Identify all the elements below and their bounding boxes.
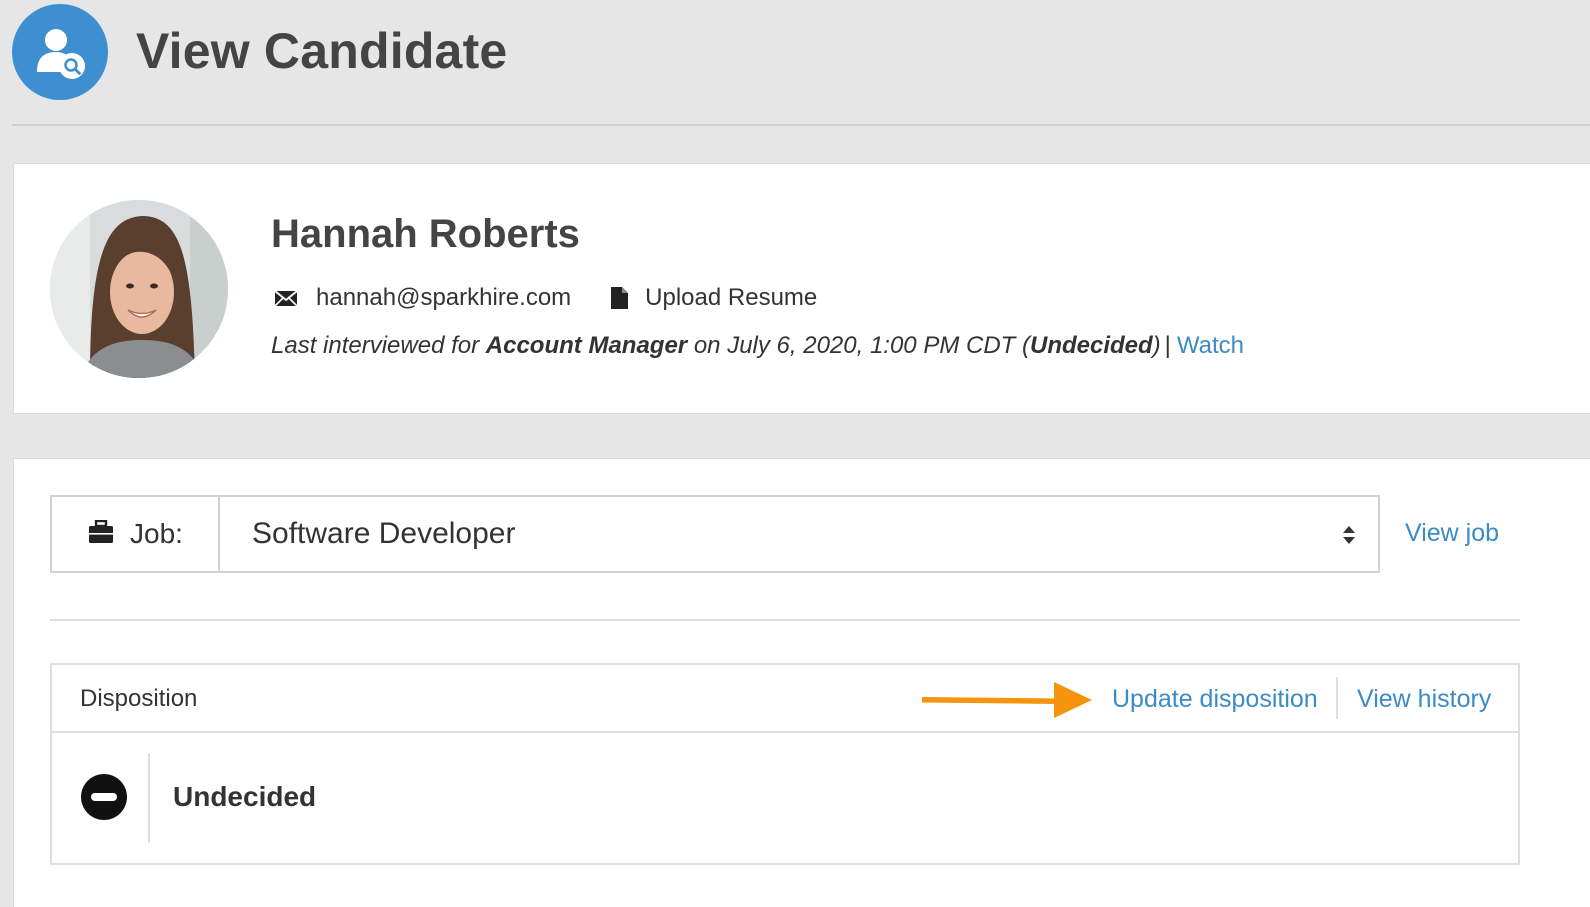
disposition-panel: Disposition Update disposition View hist… xyxy=(50,663,1520,865)
candidate-profile-card: Hannah Roberts hannah@sparkhire.com Uplo… xyxy=(13,163,1590,414)
interview-separator: | xyxy=(1164,332,1171,359)
briefcase-icon xyxy=(88,519,114,549)
disposition-status: Undecided xyxy=(173,781,317,812)
upload-resume-link[interactable]: Upload Resume xyxy=(645,284,817,312)
view-history-link[interactable]: View history xyxy=(1357,685,1491,714)
candidate-email[interactable]: hannah@sparkhire.com xyxy=(316,284,571,312)
candidate-name: Hannah Roberts xyxy=(271,212,580,256)
interview-status: Undecided xyxy=(1029,332,1153,359)
job-select-group: Job: Software Developer xyxy=(50,495,1380,573)
job-label: Job: xyxy=(130,518,183,549)
job-select-value: Software Developer xyxy=(252,517,516,550)
contact-row: hannah@sparkhire.com Upload Resume xyxy=(272,278,817,318)
header-divider xyxy=(12,124,1590,126)
disposition-body: Undecided xyxy=(52,733,1518,863)
view-job-link[interactable]: View job xyxy=(1405,519,1499,548)
watch-link[interactable]: Watch xyxy=(1177,332,1244,359)
disposition-title: Disposition xyxy=(80,685,198,712)
last-interview-line: Last interviewed for Account Manager on … xyxy=(271,332,1244,360)
interview-position: Account Manager xyxy=(485,332,688,359)
header-separator xyxy=(1336,677,1338,719)
page-title: View Candidate xyxy=(136,23,508,79)
envelope-icon xyxy=(272,284,300,312)
candidate-avatar xyxy=(50,200,228,378)
job-card: Job: Software Developer View job Disposi… xyxy=(13,458,1590,907)
status-separator xyxy=(148,753,150,843)
section-divider xyxy=(50,619,1520,621)
select-arrows-icon xyxy=(1342,525,1356,550)
interview-date: on July 6, 2020, 1:00 PM CDT ( xyxy=(687,332,1030,359)
page-header: View Candidate xyxy=(0,0,1590,126)
annotation-arrow-icon xyxy=(922,677,1094,726)
user-search-icon xyxy=(12,4,108,100)
minus-circle-icon xyxy=(80,773,128,826)
disposition-header: Disposition Update disposition View hist… xyxy=(52,665,1518,733)
interview-suffix: ) xyxy=(1152,332,1161,359)
update-disposition-link[interactable]: Update disposition xyxy=(1112,685,1318,714)
job-select[interactable]: Software Developer xyxy=(220,497,1378,571)
document-icon xyxy=(605,284,633,312)
job-addon: Job: xyxy=(52,497,220,571)
interview-prefix: Last interviewed for xyxy=(271,332,486,359)
